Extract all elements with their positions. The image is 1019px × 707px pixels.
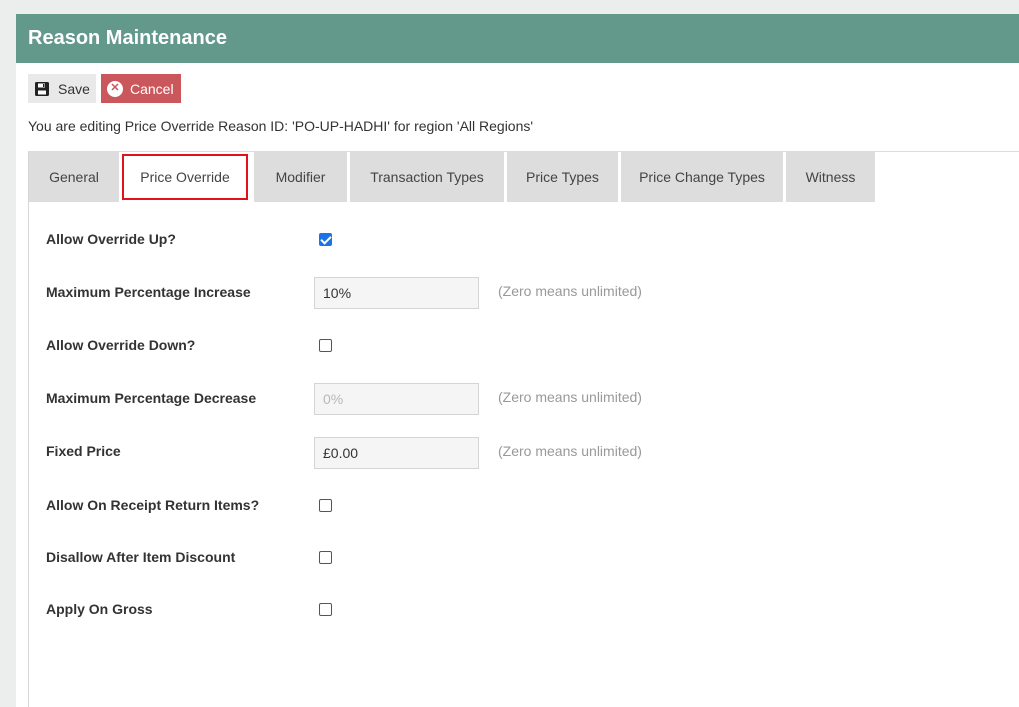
allow-override-down-checkbox[interactable] — [319, 339, 332, 352]
row-max-pct-decrease: Maximum Percentage Decrease — [46, 383, 256, 413]
floppy-disk-icon — [35, 81, 49, 96]
row-allow-override-up: Allow Override Up? — [46, 224, 176, 254]
fixed-price-hint: (Zero means unlimited) — [498, 443, 642, 459]
editing-info-text: You are editing Price Override Reason ID… — [28, 118, 534, 134]
reason-maintenance-panel: Reason Maintenance Save ✕ Cancel You are… — [16, 14, 1019, 707]
x-circle-icon: ✕ — [107, 80, 123, 97]
max-pct-decrease-input[interactable] — [314, 383, 479, 415]
cancel-button[interactable]: ✕ Cancel — [101, 74, 181, 103]
max-pct-increase-label: Maximum Percentage Increase — [46, 284, 251, 300]
apply-on-gross-label: Apply On Gross — [46, 601, 153, 617]
disallow-after-item-discount-checkbox[interactable] — [319, 551, 332, 564]
fixed-price-input[interactable] — [314, 437, 479, 469]
row-apply-on-gross: Apply On Gross — [46, 594, 153, 624]
allow-on-receipt-return-checkbox[interactable] — [319, 499, 332, 512]
page-title: Reason Maintenance — [16, 14, 1019, 63]
tab-witness[interactable]: Witness — [786, 152, 875, 202]
content-left-border — [28, 152, 29, 707]
tab-transaction-types[interactable]: Transaction Types — [350, 152, 504, 202]
allow-on-receipt-return-label: Allow On Receipt Return Items? — [46, 497, 260, 513]
row-disallow-after-item-discount: Disallow After Item Discount — [46, 542, 235, 572]
disallow-after-item-discount-label: Disallow After Item Discount — [46, 549, 236, 565]
apply-on-gross-checkbox[interactable] — [319, 603, 332, 616]
tab-price-types[interactable]: Price Types — [507, 152, 618, 202]
max-pct-decrease-hint: (Zero means unlimited) — [498, 389, 642, 405]
tab-price-override[interactable]: Price Override — [122, 154, 248, 200]
row-fixed-price: Fixed Price — [46, 436, 121, 466]
allow-override-up-label: Allow Override Up? — [46, 231, 176, 247]
row-max-pct-increase: Maximum Percentage Increase — [46, 277, 251, 307]
tab-modifier[interactable]: Modifier — [254, 152, 347, 202]
tab-price-change-types[interactable]: Price Change Types — [621, 152, 783, 202]
max-pct-decrease-label: Maximum Percentage Decrease — [46, 390, 257, 406]
save-button[interactable]: Save — [28, 74, 96, 103]
fixed-price-label: Fixed Price — [46, 443, 121, 459]
save-button-label: Save — [58, 80, 90, 97]
max-pct-increase-hint: (Zero means unlimited) — [498, 283, 642, 299]
allow-override-up-checkbox[interactable] — [319, 233, 332, 246]
row-allow-override-down: Allow Override Down? — [46, 330, 195, 360]
tab-general[interactable]: General — [29, 152, 119, 202]
cancel-button-label: Cancel — [130, 80, 174, 97]
max-pct-increase-input[interactable] — [314, 277, 479, 309]
allow-override-down-label: Allow Override Down? — [46, 337, 196, 353]
row-allow-on-receipt-return: Allow On Receipt Return Items? — [46, 490, 259, 520]
